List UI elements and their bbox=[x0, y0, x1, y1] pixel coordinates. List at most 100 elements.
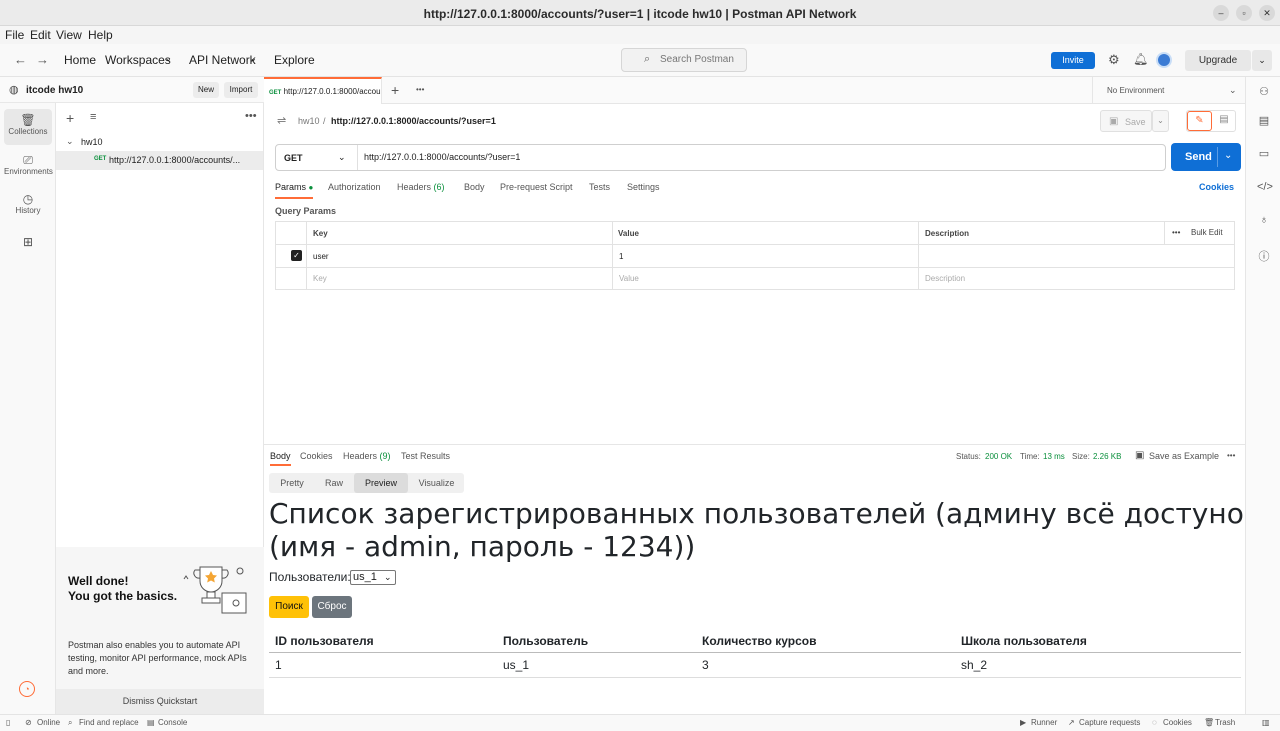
search-input[interactable]: ⌕ Search Postman bbox=[621, 48, 747, 72]
invite-button[interactable]: Invite bbox=[1051, 52, 1095, 69]
status-capture[interactable]: Capture requests bbox=[1079, 718, 1140, 727]
maximize-icon[interactable]: ▫ bbox=[1236, 5, 1252, 21]
more-icon[interactable]: ••• bbox=[245, 110, 257, 122]
status-console[interactable]: Console bbox=[158, 718, 187, 727]
chevron-down-icon[interactable]: ⌄ bbox=[250, 54, 257, 63]
response-divider[interactable] bbox=[264, 444, 1245, 445]
tab-method: GET bbox=[269, 90, 282, 96]
view-raw[interactable]: Raw bbox=[315, 473, 353, 493]
menu-file[interactable]: File bbox=[5, 28, 24, 42]
tab-request[interactable]: GET http://127.0.0.1:8000/accou bbox=[264, 77, 382, 104]
comments-icon[interactable]: ▭ bbox=[1257, 147, 1271, 161]
import-button[interactable]: Import bbox=[224, 82, 258, 98]
close-icon[interactable]: ✕ bbox=[1259, 5, 1275, 21]
add-apps-icon[interactable]: ⊞ bbox=[4, 235, 52, 271]
menu-help[interactable]: Help bbox=[88, 28, 113, 42]
more-icon[interactable]: ••• bbox=[1172, 228, 1180, 237]
resp-tab-headers[interactable]: Headers (9) bbox=[343, 451, 391, 461]
param-description-placeholder[interactable]: Description bbox=[925, 274, 965, 283]
rail-history[interactable]: ◷ History bbox=[4, 188, 52, 224]
window-title: http://127.0.0.1:8000/accounts/?user=1 |… bbox=[423, 7, 857, 21]
tab-settings[interactable]: Settings bbox=[627, 182, 660, 192]
documentation-icon[interactable]: ▤ bbox=[1257, 114, 1271, 128]
user-select[interactable]: us_1 ⌄ bbox=[350, 570, 396, 585]
layout-icon[interactable]: ▥ bbox=[1262, 718, 1270, 727]
tab-authorization[interactable]: Authorization bbox=[328, 182, 381, 192]
param-checkbox[interactable]: ✓ bbox=[291, 250, 302, 261]
status-online[interactable]: Online bbox=[37, 718, 60, 727]
status-runner[interactable]: Runner bbox=[1031, 718, 1057, 727]
sidebar-toggle-icon[interactable]: ▯ bbox=[6, 718, 10, 727]
cookies-link[interactable]: Cookies bbox=[1199, 182, 1234, 192]
filter-icon[interactable]: ≡ bbox=[90, 111, 96, 123]
new-tab-plus-icon[interactable]: + bbox=[391, 82, 399, 98]
comment-icon[interactable]: ▤ bbox=[1214, 114, 1234, 125]
save-as-example-button[interactable]: Save as Example bbox=[1149, 451, 1219, 461]
plus-icon[interactable]: + bbox=[66, 110, 74, 126]
chevron-down-icon[interactable]: ⌄ bbox=[1152, 110, 1169, 132]
reset-button[interactable]: Сброс bbox=[312, 596, 352, 618]
resp-tab-body[interactable]: Body bbox=[270, 451, 291, 466]
lightbulb-icon[interactable]: ♁ bbox=[1257, 214, 1271, 228]
bulk-edit-button[interactable]: Bulk Edit bbox=[1191, 228, 1223, 237]
menu-edit[interactable]: Edit bbox=[30, 28, 51, 42]
tab-body[interactable]: Body bbox=[464, 182, 485, 192]
avatar[interactable] bbox=[1156, 52, 1172, 68]
chevron-down-icon[interactable]: ⌄ bbox=[1252, 50, 1272, 71]
more-icon[interactable]: ••• bbox=[416, 85, 424, 94]
save-button[interactable]: ▣ Save bbox=[1100, 110, 1152, 132]
collection-item[interactable]: ⌄ hw10 bbox=[56, 133, 263, 151]
status-find-replace[interactable]: Find and replace bbox=[79, 718, 139, 727]
param-key-placeholder[interactable]: Key bbox=[313, 274, 327, 283]
param-value[interactable]: 1 bbox=[619, 252, 623, 261]
minimize-icon[interactable]: – bbox=[1213, 5, 1229, 21]
tab-params[interactable]: Params ● bbox=[275, 182, 314, 199]
menu-view[interactable]: View bbox=[56, 28, 82, 42]
forward-arrow-icon[interactable]: → bbox=[36, 52, 49, 67]
gear-icon[interactable]: ⚙ bbox=[1108, 52, 1120, 68]
view-preview[interactable]: Preview bbox=[354, 473, 408, 493]
resp-tab-cookies[interactable]: Cookies bbox=[300, 451, 333, 461]
status-cookies[interactable]: Cookies bbox=[1163, 718, 1192, 727]
status-value[interactable]: 200 OK bbox=[985, 452, 1012, 461]
url-input[interactable]: http://127.0.0.1:8000/accounts/?user=1 bbox=[364, 152, 520, 162]
tab-tests[interactable]: Tests bbox=[589, 182, 610, 192]
new-button[interactable]: New bbox=[193, 82, 219, 98]
nav-api-network[interactable]: API Network bbox=[189, 53, 256, 67]
view-visualize[interactable]: Visualize bbox=[409, 473, 464, 493]
time-value[interactable]: 13 ms bbox=[1043, 452, 1065, 461]
size-value[interactable]: 2.26 KB bbox=[1093, 452, 1121, 461]
bell-icon[interactable]: 🔔︎ bbox=[1133, 52, 1148, 66]
nav-home[interactable]: Home bbox=[64, 53, 96, 67]
chevron-down-icon[interactable]: ⌄ bbox=[1224, 150, 1232, 161]
request-item[interactable]: GET http://127.0.0.1:8000/accounts/... bbox=[56, 151, 263, 170]
nav-explore[interactable]: Explore bbox=[274, 53, 315, 67]
upgrade-button[interactable]: Upgrade bbox=[1185, 50, 1251, 71]
environment-selector[interactable]: No Environment ⌄ bbox=[1092, 77, 1245, 104]
info-icon[interactable]: ⓘ bbox=[1257, 248, 1271, 263]
nav-workspaces[interactable]: Workspaces bbox=[105, 53, 171, 67]
tab-prerequest[interactable]: Pre-request Script bbox=[500, 182, 573, 192]
param-key[interactable]: user bbox=[313, 252, 329, 261]
dismiss-quickstart-button[interactable]: Dismiss Quickstart bbox=[56, 689, 264, 714]
send-button[interactable]: Send ⌄ bbox=[1171, 143, 1241, 171]
view-pretty[interactable]: Pretty bbox=[269, 473, 315, 493]
rail-environments[interactable]: ⎚ Environments bbox=[4, 149, 53, 185]
param-value-placeholder[interactable]: Value bbox=[619, 274, 639, 283]
tab-headers[interactable]: Headers (6) bbox=[397, 182, 445, 192]
edit-pencil-icon[interactable]: ✎ bbox=[1187, 111, 1212, 131]
back-arrow-icon[interactable]: ← bbox=[14, 52, 27, 67]
code-icon[interactable]: </> bbox=[1257, 181, 1273, 195]
method-select[interactable]: GET ⌄ bbox=[276, 145, 358, 170]
status-trash[interactable]: Trash bbox=[1215, 718, 1235, 727]
find-button[interactable]: Поиск bbox=[269, 596, 309, 618]
api-icon[interactable]: ⚇ bbox=[1257, 85, 1271, 99]
rail-collections[interactable]: 🗑︎ Collections bbox=[4, 109, 52, 145]
quickstart-progress-icon[interactable]: ◔ bbox=[19, 681, 35, 697]
breadcrumb-request[interactable]: http://127.0.0.1:8000/accounts/?user=1 bbox=[331, 116, 496, 126]
breadcrumb-collection[interactable]: hw10 bbox=[298, 116, 320, 126]
more-icon[interactable]: ••• bbox=[1227, 451, 1235, 460]
import-label: Import bbox=[229, 85, 253, 94]
resp-tab-tests[interactable]: Test Results bbox=[401, 451, 450, 461]
chevron-down-icon[interactable]: ⌄ bbox=[165, 54, 172, 63]
